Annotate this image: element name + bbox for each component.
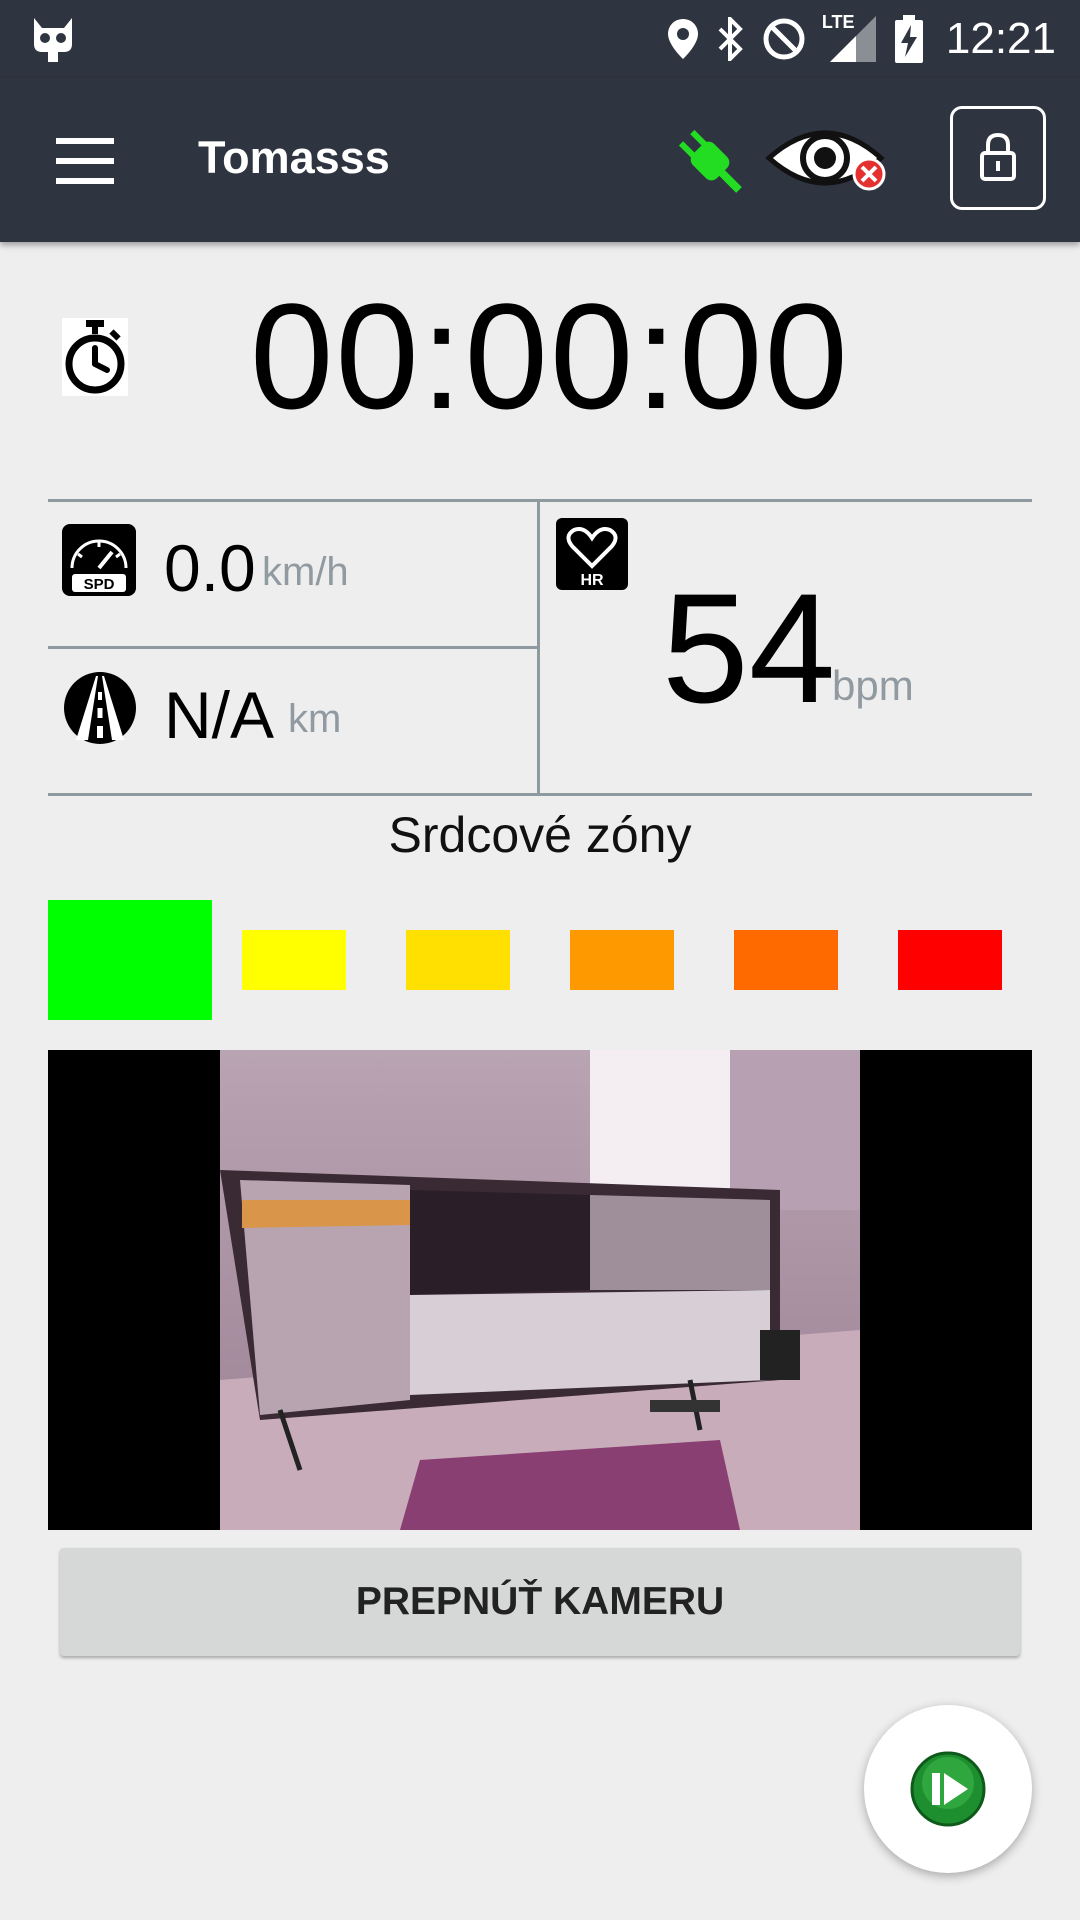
network-label: LTE <box>821 12 855 32</box>
heart-rate-value: 54 <box>662 562 836 736</box>
heart-zone-5 <box>734 930 838 990</box>
distance-unit: km <box>288 697 342 741</box>
road-icon <box>62 670 138 746</box>
status-icons: LTE 12:21 <box>666 12 1056 66</box>
divider <box>48 499 1032 502</box>
hr-icon-label: HR <box>580 572 604 589</box>
distance-value: N/A <box>164 678 275 752</box>
play-pause-icon <box>910 1751 986 1827</box>
battery-charging-icon <box>894 15 923 63</box>
divider <box>48 793 1032 796</box>
zones-title: Srdcové zóny <box>388 807 692 863</box>
heart-rate-unit: bpm <box>832 662 914 709</box>
status-time: 12:21 <box>945 14 1056 63</box>
camera-preview <box>48 1050 1032 1530</box>
heart-zone-4 <box>570 930 674 990</box>
speed-unit: km/h <box>262 550 349 594</box>
divider <box>48 646 538 649</box>
menu-button[interactable] <box>50 130 120 190</box>
switch-camera-button[interactable]: PREPNÚŤ KAMERU <box>60 1548 1020 1656</box>
lock-icon <box>980 132 1016 181</box>
elapsed-time: 00:00:00 <box>250 272 850 440</box>
cyanogen-bot-icon <box>34 18 72 62</box>
heart-zone-1 <box>48 900 212 1020</box>
heart-zone-2 <box>242 930 346 990</box>
heart-zone-6 <box>898 930 1002 990</box>
location-icon <box>667 19 698 59</box>
bluetooth-icon <box>718 17 743 61</box>
eye-disabled-icon[interactable] <box>765 118 893 202</box>
app-bar: Tomasss <box>0 78 1080 242</box>
stopwatch-icon <box>62 318 128 396</box>
plug-connected-icon[interactable] <box>665 116 755 206</box>
speedometer-icon: SPD <box>62 524 136 596</box>
signal-icon: LTE <box>821 12 878 64</box>
camera-feed-image <box>220 1050 860 1530</box>
speed-icon-label: SPD <box>84 576 115 593</box>
app-title: Tomasss <box>198 132 390 183</box>
heart-zone-3 <box>406 930 510 990</box>
heart-icon: HR <box>556 518 628 590</box>
speed-value: 0.0 <box>164 531 256 605</box>
do-not-disturb-icon <box>763 18 805 60</box>
start-resume-button[interactable] <box>864 1705 1032 1873</box>
status-bar: LTE 12:21 <box>0 0 1080 78</box>
lock-button[interactable] <box>950 106 1046 210</box>
menu-icon <box>50 138 120 184</box>
divider <box>537 499 540 795</box>
